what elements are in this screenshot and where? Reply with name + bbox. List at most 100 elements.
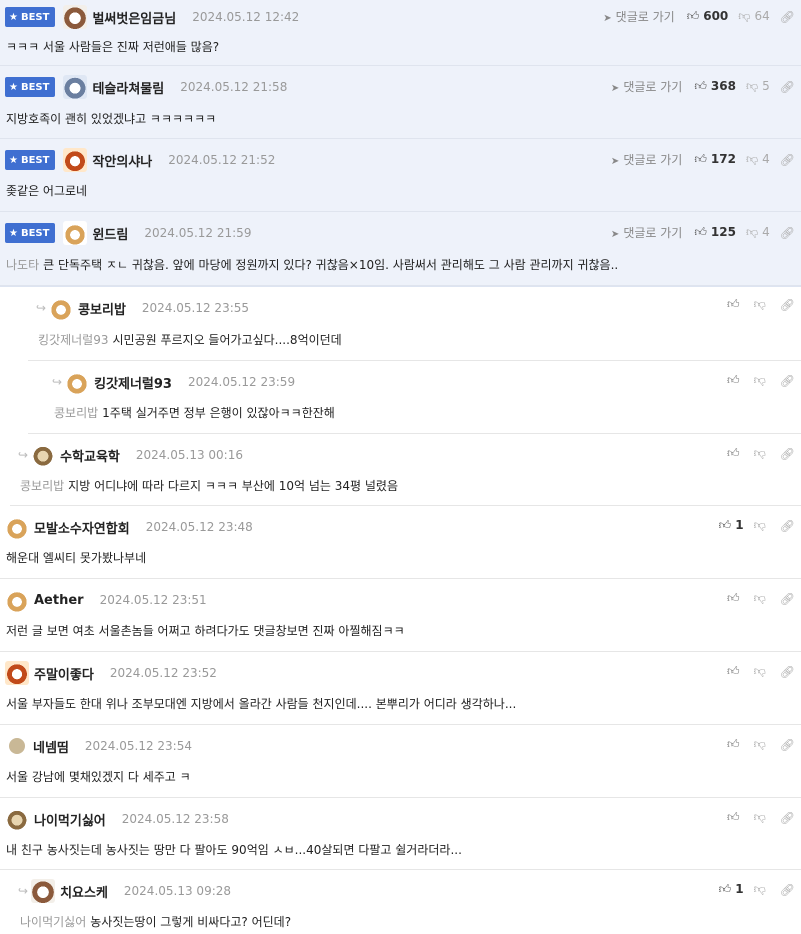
avatar[interactable] [5,515,29,539]
avatar[interactable] [31,879,56,903]
thumbs-up-icon: 👍︎ [727,664,740,678]
link-icon[interactable]: 🔗︎ [780,883,795,897]
nickname[interactable]: 나이먹기싫어 [34,810,106,829]
dislike-button[interactable]: 👎︎ 64 [738,9,769,24]
nickname[interactable]: 테슬라쳐물림 [92,78,164,97]
dislike-button[interactable]: 👎︎ [754,810,770,825]
avatar[interactable] [9,738,25,754]
mention[interactable]: 콩보리밥 [20,479,64,493]
link-icon[interactable]: 🔗︎ [780,592,795,606]
avatar[interactable] [63,148,88,172]
dislike-button[interactable]: 👎︎ 5 [746,79,770,94]
thumbs-down-icon: 👎︎ [745,225,759,239]
link-icon[interactable]: 🔗︎ [780,811,795,825]
nickname[interactable]: 킹갓제너럴93 [94,373,172,392]
nickname[interactable]: 수학교육학 [60,446,120,465]
like-button[interactable]: 👍︎ 600 [687,9,729,24]
like-button[interactable]: 👍︎ 125 [694,225,736,240]
mention[interactable]: 킹갓제너럴93 [38,333,108,347]
nickname[interactable]: 치요스케 [60,882,108,901]
best-badge: ★ BEST [5,150,56,170]
dislike-button[interactable]: 👎︎ [754,518,770,533]
comment-text: 콩보리밥 1주택 실거주면 정부 은행이 있잖아ㅋㅋ한잔해 [54,406,335,420]
comment-date: 2024.05.12 12:42 [192,10,300,24]
link-icon[interactable]: 🔗︎ [780,519,795,533]
comment-text: 저런 글 보면 여초 서울촌놈들 어쩌고 하려다가도 댓글창보면 진짜 아찔해짐… [6,624,405,638]
goto-comment-button[interactable]: ➤ 댓글로 가기 [603,8,674,25]
like-button[interactable]: 👍︎ [727,373,744,388]
avatar[interactable] [63,75,88,99]
dislike-button[interactable]: 👎︎ [754,373,770,388]
avatar[interactable] [5,807,29,831]
mention[interactable]: 나이먹기싫어 [20,915,86,929]
comment-text: 내 친구 농사짓는데 농사짓는 땅만 다 팔아도 90억임 ㅅㅂ...40살되면… [6,843,462,857]
nickname[interactable]: 콩보리밥 [78,299,126,318]
dislike-button[interactable]: 👎︎ [754,664,770,679]
avatar[interactable] [63,5,88,29]
like-button[interactable]: 👍︎ [727,664,744,679]
dislike-button[interactable]: 👎︎ [754,446,770,461]
goto-comment-button[interactable]: ➤ 댓글로 가기 [611,78,682,95]
link-icon[interactable]: 🔗︎ [780,10,795,24]
reply-arrow-icon: ↪ [18,884,29,898]
goto-comment-button[interactable]: ➤ 댓글로 가기 [611,224,682,241]
dislike-button[interactable]: 👎︎ 4 [746,152,770,167]
like-button[interactable]: 👍︎ [727,810,744,825]
link-icon[interactable]: 🔗︎ [780,738,795,752]
goto-comment-button[interactable]: ➤ 댓글로 가기 [611,151,682,168]
thumbs-up-icon: 👍︎ [718,882,732,896]
comment-tools: ➤ 댓글로 가기 👍︎ 368 👎︎ 5 🔗︎ [611,78,795,95]
comment-text: 킹갓제너럴93 시민공원 푸르지오 들어가고싶다....8억이던데 [38,333,342,347]
paper-plane-icon: ➤ [610,83,620,94]
link-icon[interactable]: 🔗︎ [780,153,795,167]
like-button[interactable]: 👍︎ [727,591,744,606]
dislike-button[interactable]: 👎︎ [754,297,770,312]
dislike-button[interactable]: 👎︎ [754,737,770,752]
mention[interactable]: 나도타 [6,258,39,272]
dislike-button[interactable]: 👎︎ 4 [746,225,770,240]
avatar[interactable] [65,370,90,394]
paper-plane-icon: ➤ [603,13,612,24]
link-icon[interactable]: 🔗︎ [780,374,795,388]
dislike-button[interactable]: 👎︎ [754,591,770,606]
best-comment: ★ BEST 윈드림 2024.05.12 21:59 ➤ 댓글로 가기 👍︎ 125… [0,212,801,286]
dislike-button[interactable]: 👎︎ [754,882,770,897]
mention[interactable]: 콩보리밥 [54,406,98,420]
comment-tools: 👍︎ 👎︎ 🔗︎ [727,297,795,312]
avatar[interactable] [5,661,29,685]
nickname[interactable]: 윈드림 [92,224,128,243]
avatar[interactable] [5,588,29,612]
comment-date: 2024.05.12 23:59 [187,375,296,389]
thumbs-down-icon: 👎︎ [753,297,766,311]
like-button[interactable]: 👍︎ [727,297,744,312]
link-icon[interactable]: 🔗︎ [780,298,795,312]
nickname[interactable]: 벌써벗은임금님 [92,8,176,27]
reply-comment: ↪ 킹갓제너럴93 2024.05.12 23:59 👍︎ 👎︎ 🔗︎ 콩보리밥… [28,361,801,434]
link-icon[interactable]: 🔗︎ [780,80,795,94]
comment-tools: 👍︎ 👎︎ 🔗︎ [727,810,795,825]
nickname[interactable]: 모발소수자연합회 [34,518,130,537]
avatar[interactable] [49,296,74,320]
like-button[interactable]: 👍︎ [727,737,744,752]
like-button[interactable]: 👍︎ [727,446,744,461]
nickname[interactable]: 네넴띰 [33,737,69,756]
comment-date: 2024.05.12 21:52 [168,153,276,167]
comment-date: 2024.05.12 23:51 [99,593,207,607]
thumbs-up-icon: 👍︎ [686,9,700,23]
comment-tools: ➤ 댓글로 가기 👍︎ 600 👎︎ 64 🔗︎ [603,8,795,25]
avatar[interactable] [63,221,88,245]
link-icon[interactable]: 🔗︎ [780,226,795,240]
nickname[interactable]: 주말이좋다 [34,664,94,683]
like-button[interactable]: 👍︎ 172 [694,152,736,167]
comment-date: 2024.05.12 23:52 [109,666,217,680]
star-icon: ★ [9,81,18,93]
link-icon[interactable]: 🔗︎ [780,447,795,461]
link-icon[interactable]: 🔗︎ [780,665,795,679]
like-button[interactable]: 👍︎ 1 [719,518,744,533]
nickname[interactable]: 작안의샤나 [92,151,152,170]
avatar[interactable] [31,443,56,467]
like-button[interactable]: 👍︎ 368 [694,79,736,94]
comment-text: 해운대 엘씨티 못가봤나부네 [6,551,147,565]
like-button[interactable]: 👍︎ 1 [719,882,744,897]
nickname[interactable]: Aether [34,593,84,608]
